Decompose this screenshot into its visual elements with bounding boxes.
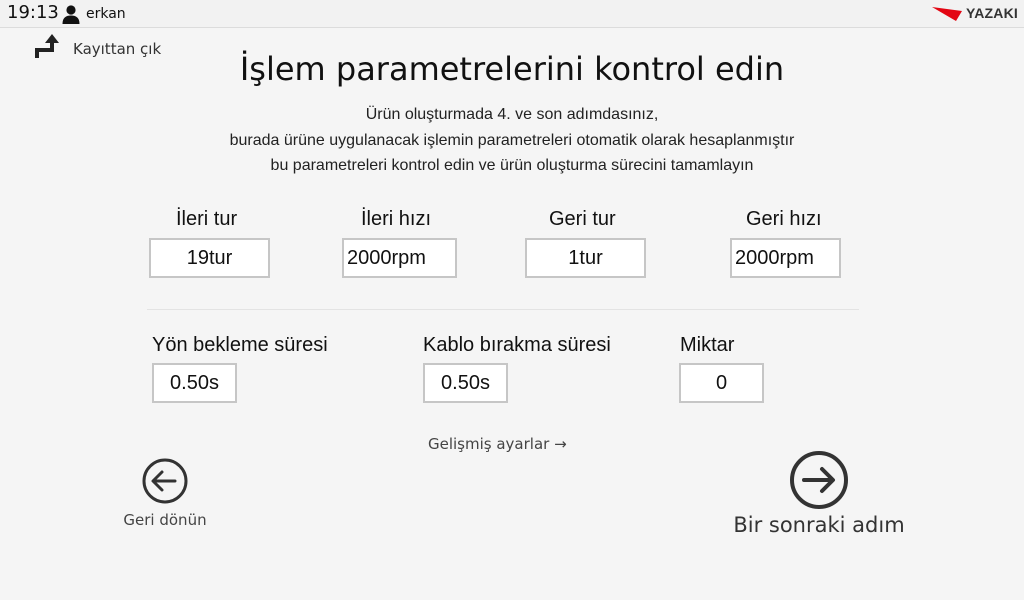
user-icon [62,5,80,24]
back-label: Geri dönün [123,511,207,529]
arrow-right-circle-icon [790,451,848,509]
reverse-turns-label: Geri tur [549,208,616,230]
section-divider [147,309,859,310]
page-title: İşlem parametrelerini kontrol edin [239,50,785,88]
forward-speed-label: İleri hızı [361,208,432,230]
status-bar: 19:13 erkan YAZAKI [0,0,1024,28]
cable-release-field[interactable]: 0.50s [423,363,508,403]
direction-wait-label: Yön bekleme süresi [152,334,328,356]
brand-mark-icon [931,7,962,21]
reverse-speed-field[interactable]: 2000rpm [730,238,841,278]
forward-speed-field[interactable]: 2000rpm [342,238,457,278]
quantity-field[interactable]: 0 [679,363,764,403]
description-line-1: Ürün oluşturmada 4. ve son adımdasınız, [365,106,659,123]
forward-turns-label: İleri tur [176,208,238,230]
reverse-turns-field[interactable]: 1tur [525,238,646,278]
next-step-label: Bir sonraki adım [733,513,905,537]
reverse-speed-label: Geri hızı [746,208,822,230]
back-button[interactable]: Geri dönün [120,457,210,529]
brand-name: YAZAKI [965,5,1018,21]
next-step-button[interactable]: Bir sonraki adım [733,449,905,537]
username: erkan [86,6,126,22]
description-line-2: burada ürüne uygulanacak işlemin paramet… [229,131,795,149]
quantity-label: Miktar [680,334,735,356]
clock: 19:13 [7,2,59,23]
description-line-3: bu parametreleri kontrol edin ve ürün ol… [270,157,754,174]
brand-logo: YAZAKI [931,4,1018,22]
direction-wait-field[interactable]: 0.50s [152,363,237,403]
forward-turns-field[interactable]: 19tur [149,238,270,278]
page-description: Ürün oluşturmada 4. ve son adımdasınız, … [0,102,1024,179]
arrow-left-circle-icon [142,458,188,504]
cable-release-label: Kablo bırakma süresi [423,334,611,356]
advanced-settings-link[interactable]: Gelişmiş ayarlar → [428,435,567,453]
